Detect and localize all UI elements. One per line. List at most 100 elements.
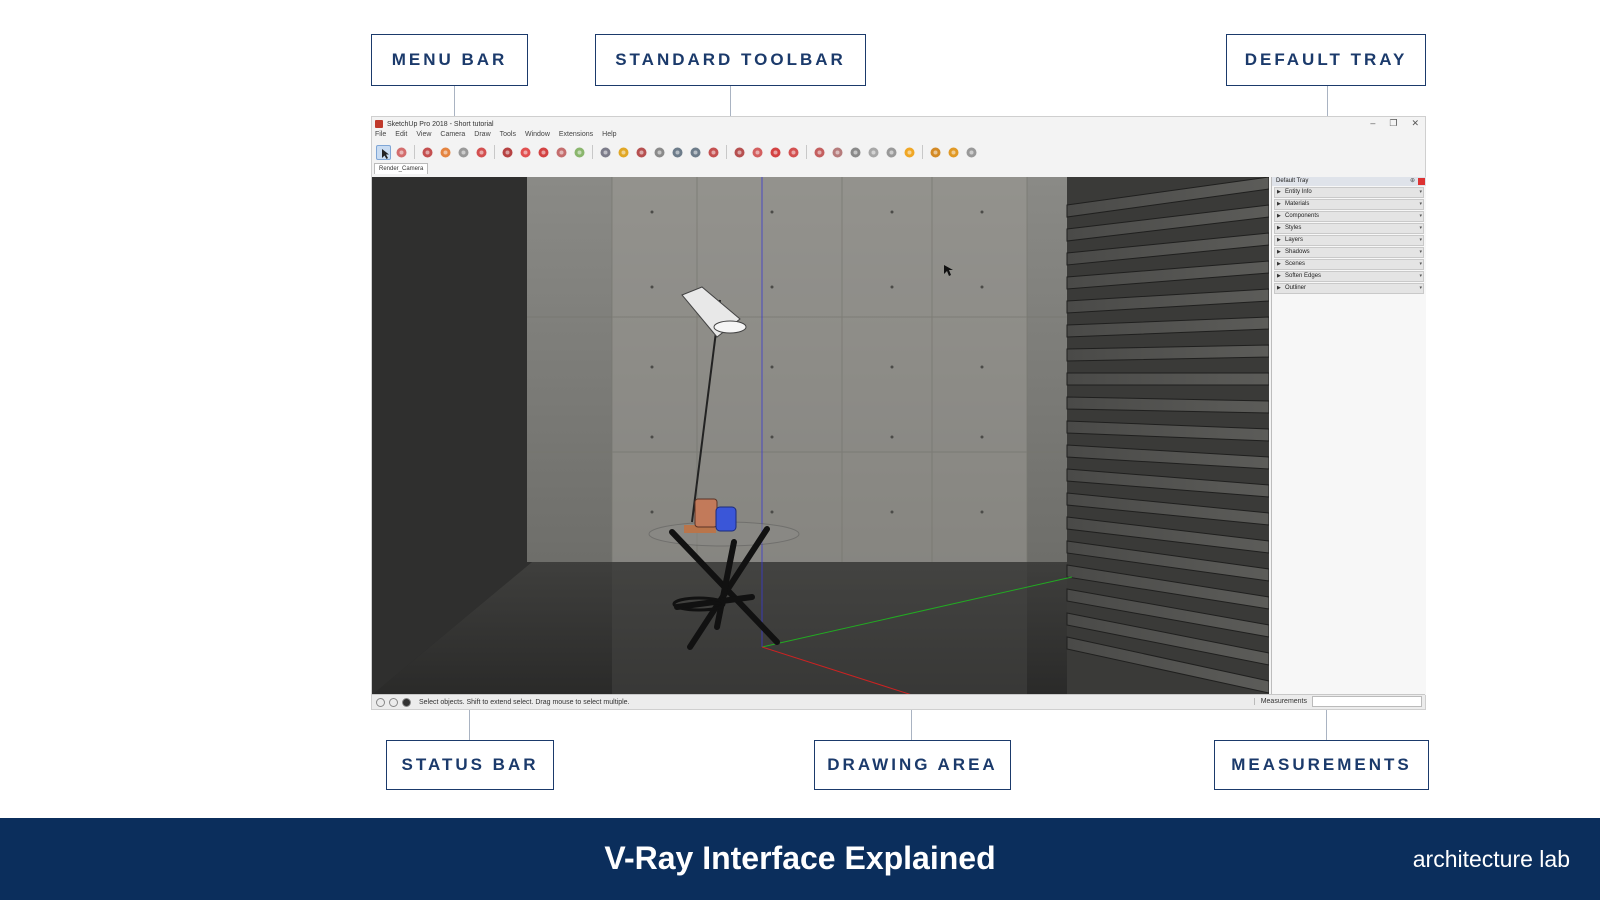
vray-sphere-icon[interactable]: [866, 145, 881, 160]
measurements-callout: MEASUREMENTS: [1214, 740, 1429, 790]
menu-extensions[interactable]: Extensions: [559, 131, 593, 142]
dropdown-icon[interactable]: ▾: [1419, 188, 1422, 197]
measurements-label: Measurements: [1253, 698, 1307, 705]
push-pull-icon[interactable]: [474, 145, 489, 160]
minimize-button[interactable]: –: [1370, 118, 1375, 129]
toolbar-separator: [726, 145, 727, 159]
vray-frame-icon[interactable]: [830, 145, 845, 160]
tray-item-label: Materials: [1285, 201, 1310, 207]
dropdown-icon[interactable]: ▾: [1419, 212, 1422, 221]
toolbar-separator: [806, 145, 807, 159]
vray-ipr-icon[interactable]: [812, 145, 827, 160]
paint-icon[interactable]: [616, 145, 631, 160]
pin-icon[interactable]: ⊕: [1410, 178, 1415, 185]
footer-title: V-Ray Interface Explained: [604, 840, 996, 876]
menu-edit[interactable]: Edit: [395, 131, 407, 142]
tray-item-soften-edges[interactable]: Soften Edges ▾: [1274, 271, 1424, 282]
standard-toolbar-callout: STANDARD TOOLBAR: [595, 34, 866, 86]
toolbar-separator: [592, 145, 593, 159]
tray-item-label: Scenes: [1285, 261, 1306, 267]
pencil-icon[interactable]: [420, 145, 435, 160]
layout-icon[interactable]: [750, 145, 765, 160]
scale-icon[interactable]: [554, 145, 569, 160]
menu-bar-callout: MENU BAR: [371, 34, 528, 86]
dropdown-icon[interactable]: ▾: [1419, 272, 1422, 281]
sandbox-icon[interactable]: [964, 145, 979, 160]
tray-item-components[interactable]: Components ▾: [1274, 211, 1424, 222]
menu-window[interactable]: Window: [525, 131, 550, 142]
tray-item-label: Components: [1285, 213, 1320, 219]
vray-mesh-icon[interactable]: [884, 145, 899, 160]
drawing-area[interactable]: [372, 177, 1269, 695]
standard-toolbar: [372, 142, 1425, 162]
title-bar: SketchUp Pro 2018 - Short tutorial – ❐ ✕: [372, 117, 1425, 131]
dropdown-icon[interactable]: ▾: [1419, 284, 1422, 293]
toolbar-separator: [414, 145, 415, 159]
arc-icon[interactable]: [438, 145, 453, 160]
extension-icon[interactable]: [732, 145, 747, 160]
text-icon[interactable]: [598, 145, 613, 160]
menu-file[interactable]: File: [375, 131, 386, 142]
tray-title: Default Tray: [1276, 178, 1309, 184]
menu-help[interactable]: Help: [602, 131, 616, 142]
section-icon[interactable]: [902, 145, 917, 160]
dropdown-icon[interactable]: ▾: [1419, 236, 1422, 245]
measurements-input[interactable]: [1312, 696, 1422, 707]
toolbar-separator: [494, 145, 495, 159]
warehouse-icon[interactable]: [706, 145, 721, 160]
orbit-icon[interactable]: [634, 145, 649, 160]
status-bar-callout: STATUS BAR: [386, 740, 554, 790]
sketchup-window: SketchUp Pro 2018 - Short tutorial – ❐ ✕…: [371, 116, 1426, 710]
dropdown-icon[interactable]: ▾: [1419, 200, 1422, 209]
window-title: SketchUp Pro 2018 - Short tutorial: [387, 120, 494, 128]
status-text: Select objects. Shift to extend select. …: [419, 698, 630, 706]
tray-item-shadows[interactable]: Shadows ▾: [1274, 247, 1424, 258]
menu-draw[interactable]: Draw: [474, 131, 490, 142]
ruby-icon[interactable]: [768, 145, 783, 160]
views-icon[interactable]: [928, 145, 943, 160]
dropdown-icon[interactable]: ▾: [1419, 248, 1422, 257]
close-button[interactable]: ✕: [1411, 118, 1419, 129]
status-bar-leader: [469, 710, 470, 740]
scene-tabs: Render_Camera: [372, 163, 1425, 174]
credits-icon[interactable]: [389, 697, 398, 707]
tray-item-styles[interactable]: Styles ▾: [1274, 223, 1424, 234]
tray-item-materials[interactable]: Materials ▾: [1274, 199, 1424, 210]
tray-item-outliner[interactable]: Outliner ▾: [1274, 283, 1424, 294]
zoom-extents-icon[interactable]: [688, 145, 703, 160]
vray-render-icon[interactable]: [786, 145, 801, 160]
scene-render: [372, 177, 1269, 695]
tray-item-layers[interactable]: Layers ▾: [1274, 235, 1424, 246]
restore-button[interactable]: ❐: [1389, 118, 1397, 129]
styles-icon[interactable]: [946, 145, 961, 160]
menu-view[interactable]: View: [416, 131, 431, 142]
menu-bar: File Edit View Camera Draw Tools Window …: [375, 131, 617, 142]
follow-me-icon[interactable]: [500, 145, 515, 160]
geolocation-icon[interactable]: [376, 697, 385, 707]
rotate-icon[interactable]: [536, 145, 551, 160]
tray-item-label: Soften Edges: [1285, 273, 1322, 279]
dropdown-icon[interactable]: ▾: [1419, 260, 1422, 269]
tray-item-scenes[interactable]: Scenes ▾: [1274, 259, 1424, 270]
help-icon[interactable]: [402, 697, 411, 707]
tray-item-entity-info[interactable]: Entity Info ▾: [1274, 187, 1424, 198]
toolbar-separator: [922, 145, 923, 159]
select-icon[interactable]: [376, 144, 391, 160]
tray-close-icon[interactable]: [1418, 178, 1425, 185]
shape-icon[interactable]: [456, 145, 471, 160]
eraser-icon[interactable]: [394, 145, 409, 160]
tape-icon[interactable]: [572, 145, 587, 160]
scene-tab-render-camera[interactable]: Render_Camera: [374, 163, 429, 174]
sketchup-logo-icon: [375, 120, 383, 128]
pan-icon[interactable]: [652, 145, 667, 160]
move-icon[interactable]: [518, 145, 533, 160]
zoom-icon[interactable]: [670, 145, 685, 160]
default-tray-callout: DEFAULT TRAY: [1226, 34, 1426, 86]
tray-item-label: Styles: [1285, 225, 1302, 231]
default-tray: Default Tray ⊕ Entity Info ▾ Materials ▾ C…: [1271, 177, 1426, 695]
menu-tools[interactable]: Tools: [500, 131, 516, 142]
menu-camera[interactable]: Camera: [440, 131, 465, 142]
tray-item-label: Outliner: [1285, 285, 1307, 291]
dropdown-icon[interactable]: ▾: [1419, 224, 1422, 233]
vray-lights-icon[interactable]: [848, 145, 863, 160]
